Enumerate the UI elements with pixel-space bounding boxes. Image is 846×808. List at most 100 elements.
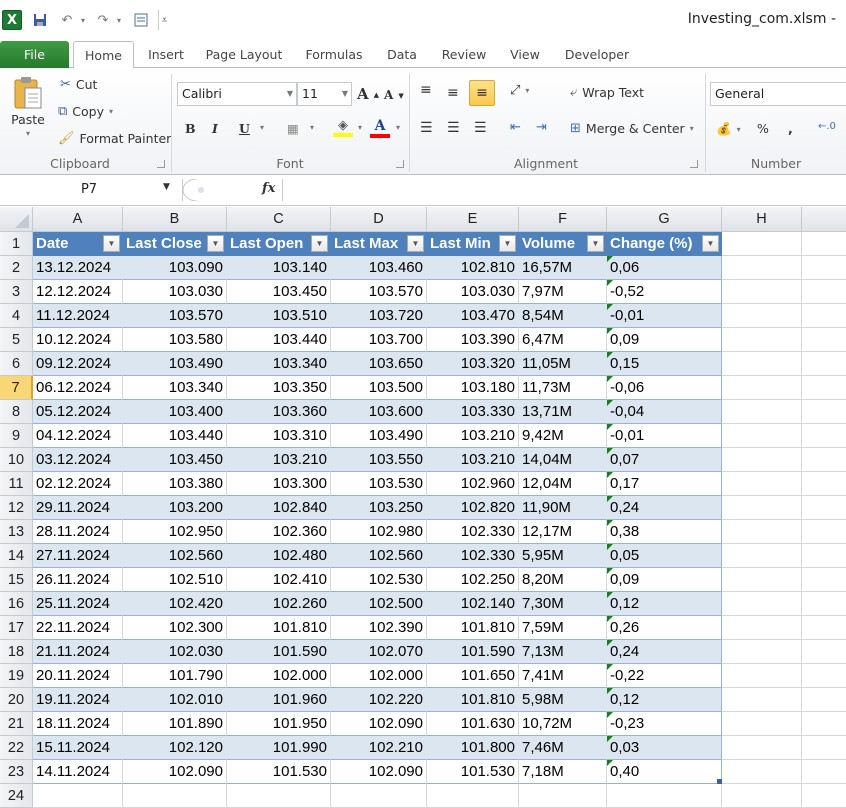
table-cell[interactable]: 14,04M	[519, 448, 607, 472]
font-size-combo[interactable]: 11 ▼	[297, 82, 352, 106]
row-header-19[interactable]: 19	[0, 664, 33, 688]
table-cell[interactable]: 103.550	[331, 448, 427, 472]
font-launcher-icon[interactable]	[396, 160, 404, 168]
table-cell[interactable]: 102.500	[331, 592, 427, 616]
row-header-14[interactable]: 14	[0, 544, 33, 568]
table-cell[interactable]: 0,05	[607, 544, 722, 568]
copy-button[interactable]: ⧉ Copy ▾	[58, 104, 113, 119]
table-cell[interactable]: 102.510	[123, 568, 227, 592]
error-indicator-icon[interactable]	[607, 256, 613, 262]
table-cell[interactable]: 101.790	[123, 664, 227, 688]
table-cell[interactable]: 102.560	[123, 544, 227, 568]
grid-cell[interactable]	[722, 784, 802, 808]
table-cell[interactable]: 101.810	[427, 616, 519, 640]
error-indicator-icon[interactable]	[607, 544, 613, 550]
row-header-1[interactable]: 1	[0, 232, 33, 256]
increase-decimal-icon[interactable]: ←.0	[818, 121, 836, 132]
table-cell[interactable]: 102.000	[227, 664, 331, 688]
table-cell[interactable]: 103.440	[123, 424, 227, 448]
table-cell[interactable]: 103.460	[331, 256, 427, 280]
table-cell[interactable]: 5,95M	[519, 544, 607, 568]
table-cell[interactable]: 0,07	[607, 448, 722, 472]
form-icon[interactable]	[132, 10, 150, 30]
column-header-b[interactable]: B	[123, 207, 227, 232]
error-indicator-icon[interactable]	[607, 616, 613, 622]
table-cell[interactable]: 102.070	[331, 640, 427, 664]
error-indicator-icon[interactable]	[607, 640, 613, 646]
table-cell[interactable]: 103.510	[227, 304, 331, 328]
column-header-c[interactable]: C	[227, 207, 331, 232]
table-cell[interactable]: 0,15	[607, 352, 722, 376]
name-box-dropdown-icon[interactable]: ▼	[163, 182, 170, 192]
excel-logo-icon[interactable]: X	[2, 10, 22, 30]
row-header-24[interactable]: 24	[0, 784, 33, 808]
font-color-button[interactable]: A	[370, 118, 390, 138]
table-cell[interactable]: 7,30M	[519, 592, 607, 616]
row-header-13[interactable]: 13	[0, 520, 33, 544]
table-cell[interactable]: 101.530	[427, 760, 519, 784]
table-cell[interactable]: 101.530	[227, 760, 331, 784]
grid-cell[interactable]	[802, 496, 846, 520]
table-cell[interactable]: 102.960	[427, 472, 519, 496]
grid-cell[interactable]	[722, 544, 802, 568]
table-cell[interactable]: 10,72M	[519, 712, 607, 736]
table-cell[interactable]: 13,71M	[519, 400, 607, 424]
grid-cell[interactable]	[722, 496, 802, 520]
error-indicator-icon[interactable]	[607, 664, 613, 670]
table-cell[interactable]: 28.11.2024	[33, 520, 123, 544]
grid-cell[interactable]	[802, 472, 846, 496]
error-indicator-icon[interactable]	[607, 712, 613, 718]
grid-cell[interactable]	[802, 592, 846, 616]
shrink-font-icon[interactable]: A ▼	[384, 88, 404, 102]
table-cell[interactable]: 12,17M	[519, 520, 607, 544]
insert-function-icon[interactable]: fx	[262, 181, 275, 196]
table-cell[interactable]: -0,01	[607, 424, 722, 448]
redo-icon[interactable]: ↷	[94, 10, 112, 30]
collapse-handle-icon[interactable]	[182, 178, 223, 202]
table-cell[interactable]: 103.530	[331, 472, 427, 496]
grid-cell[interactable]	[802, 256, 846, 280]
grid-cell[interactable]	[802, 736, 846, 760]
table-cell[interactable]: 0,40	[607, 760, 722, 784]
grid-cell[interactable]	[802, 328, 846, 352]
table-cell[interactable]: 102.390	[331, 616, 427, 640]
grid-cell[interactable]	[802, 400, 846, 424]
table-cell[interactable]: 16,57M	[519, 256, 607, 280]
font-color-dropdown-icon[interactable]: ▾	[396, 123, 400, 132]
table-cell[interactable]: 102.250	[427, 568, 519, 592]
table-cell[interactable]: 101.950	[227, 712, 331, 736]
table-cell[interactable]: 102.530	[331, 568, 427, 592]
grid-cell[interactable]	[722, 592, 802, 616]
error-indicator-icon[interactable]	[607, 592, 613, 598]
table-cell[interactable]: 11,73M	[519, 376, 607, 400]
table-cell[interactable]: 103.700	[331, 328, 427, 352]
table-cell[interactable]: 6,47M	[519, 328, 607, 352]
filter-dropdown-button[interactable]: ▼	[587, 235, 604, 252]
error-indicator-icon[interactable]	[607, 496, 613, 502]
customize-qat-icon[interactable]: ⩡	[158, 10, 170, 30]
error-indicator-icon[interactable]	[607, 688, 613, 694]
save-icon[interactable]	[31, 10, 49, 30]
grid-cell[interactable]	[722, 256, 802, 280]
table-cell[interactable]: 7,46M	[519, 736, 607, 760]
table-cell[interactable]: 102.420	[123, 592, 227, 616]
grid-cell[interactable]	[722, 424, 802, 448]
table-cell[interactable]: 103.350	[227, 376, 331, 400]
table-cell[interactable]: 0,12	[607, 592, 722, 616]
table-cell[interactable]: 0,24	[607, 496, 722, 520]
grow-font-icon[interactable]: A ▲	[357, 85, 379, 103]
column-header-i[interactable]: I	[802, 207, 846, 232]
table-cell[interactable]: 101.810	[427, 688, 519, 712]
align-middle-icon[interactable]: ≡	[447, 85, 459, 101]
tab-insert[interactable]: Insert	[139, 41, 193, 68]
grid-cell[interactable]	[722, 664, 802, 688]
table-cell[interactable]: 103.400	[123, 400, 227, 424]
grid-cell[interactable]	[802, 352, 846, 376]
comma-button[interactable]: ,	[788, 121, 793, 136]
table-cell[interactable]: 102.840	[227, 496, 331, 520]
error-indicator-icon[interactable]	[607, 328, 613, 334]
table-cell[interactable]: 11.12.2024	[33, 304, 123, 328]
row-header-10[interactable]: 10	[0, 448, 33, 472]
tab-page-layout[interactable]: Page Layout	[199, 41, 289, 68]
grid-cell[interactable]	[722, 640, 802, 664]
